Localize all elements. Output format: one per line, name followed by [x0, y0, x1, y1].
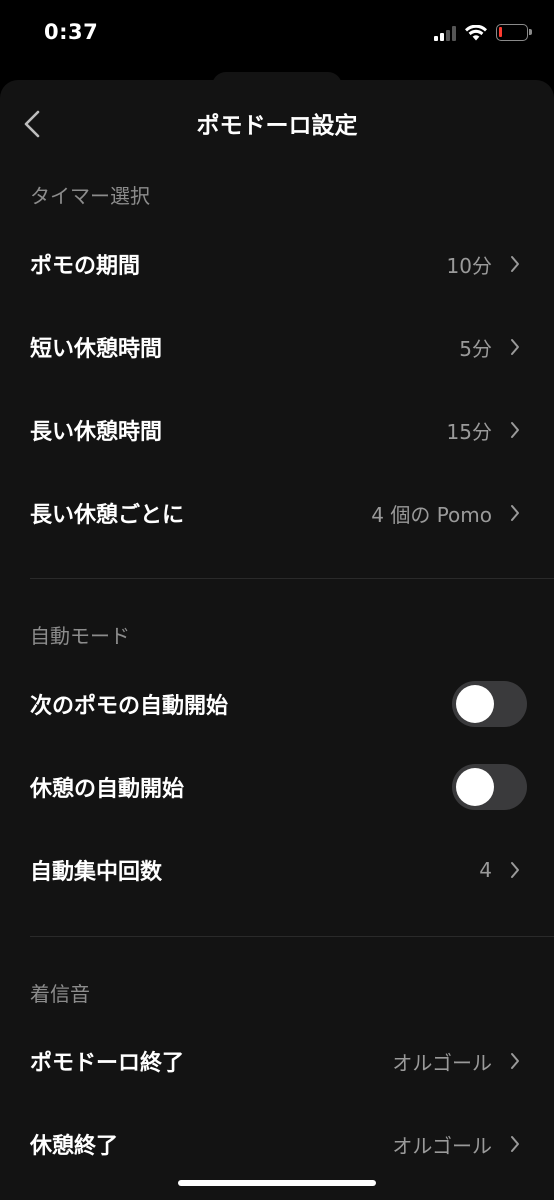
navigation-bar: ポモドーロ設定 [0, 80, 554, 166]
row-auto-start-break: 休憩の自動開始 [0, 752, 554, 822]
row-long-break-interval[interactable]: 長い休憩ごとに 4 個の Pomo [0, 478, 554, 548]
row-value: オルゴール [392, 1133, 492, 1158]
row-label: 次のポモの自動開始 [30, 694, 229, 719]
row-label: ポモドーロ終了 [30, 1051, 185, 1076]
row-label: 長い休憩ごとに [30, 503, 185, 528]
section-header-sound: 着信音 [30, 982, 90, 1006]
row-auto-focus-count[interactable]: 自動集中回数 4 [0, 835, 554, 905]
row-label: 休憩の自動開始 [30, 777, 185, 802]
section-header-timer: タイマー選択 [30, 184, 150, 208]
row-value: 4 [479, 858, 492, 882]
row-label: ポモの期間 [30, 254, 141, 279]
row-label: 自動集中回数 [30, 860, 163, 885]
chevron-right-icon [508, 337, 522, 357]
row-pomo-end-sound[interactable]: ポモドーロ終了 オルゴール [0, 1026, 554, 1096]
status-bar: 0:37 [0, 0, 554, 70]
row-break-end-sound[interactable]: 休憩終了 オルゴール [0, 1109, 554, 1179]
row-short-break[interactable]: 短い休憩時間 5分 [0, 312, 554, 382]
screen: 0:37 ポモドーロ設定 タイマー選択 ポモの期間 10分 短い休憩時間 5分 … [0, 0, 554, 1200]
status-time: 0:37 [44, 20, 99, 44]
home-indicator[interactable] [178, 1180, 376, 1186]
row-label: 長い休憩時間 [30, 420, 163, 445]
wifi-icon [465, 24, 487, 40]
row-auto-start-pomo: 次のポモの自動開始 [0, 669, 554, 739]
page-title: ポモドーロ設定 [196, 113, 358, 139]
row-value: 5分 [459, 336, 492, 361]
section-divider [30, 936, 554, 937]
toggle-knob [456, 768, 494, 806]
battery-low-icon [496, 24, 532, 41]
row-value: 15分 [446, 419, 492, 444]
row-long-break[interactable]: 長い休憩時間 15分 [0, 395, 554, 465]
settings-sheet: ポモドーロ設定 タイマー選択 ポモの期間 10分 短い休憩時間 5分 長い休憩時… [0, 80, 554, 1200]
battery-level [499, 27, 502, 37]
row-value: オルゴール [392, 1050, 492, 1075]
chevron-right-icon [508, 420, 522, 440]
row-value: 10分 [446, 253, 492, 278]
chevron-right-icon [508, 860, 522, 880]
auto-start-pomo-toggle[interactable] [452, 681, 527, 727]
chevron-right-icon [508, 1051, 522, 1071]
row-label: 短い休憩時間 [30, 337, 163, 362]
status-icons [434, 24, 532, 41]
row-value: 4 個の Pomo [371, 502, 492, 527]
auto-start-break-toggle[interactable] [452, 764, 527, 810]
chevron-right-icon [508, 254, 522, 274]
row-label: 休憩終了 [30, 1134, 119, 1159]
section-divider [30, 578, 554, 579]
row-pomo-duration[interactable]: ポモの期間 10分 [0, 229, 554, 299]
chevron-right-icon [508, 503, 522, 523]
chevron-right-icon [508, 1134, 522, 1154]
cellular-signal-icon [434, 25, 456, 41]
toggle-knob [456, 685, 494, 723]
section-header-auto: 自動モード [30, 624, 130, 648]
